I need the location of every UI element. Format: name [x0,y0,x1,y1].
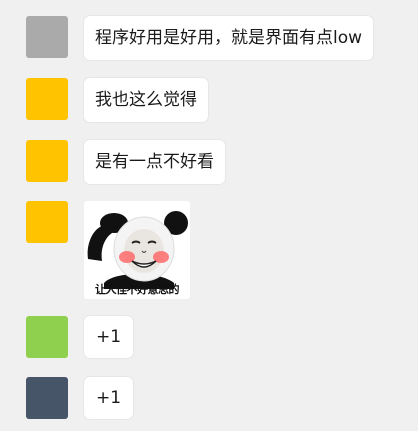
avatar[interactable] [26,377,68,419]
sticker-caption: 让人怪不好意思的 [95,283,180,296]
message-bubble[interactable]: 我也这么觉得 [84,78,208,122]
chat-message-list: 程序好用是好用，就是界面有点low 我也这么觉得 是有一点不好看 让人怪不好意思… [0,0,418,431]
message-bubble[interactable]: +1 [84,377,134,419]
message-bubble[interactable]: 程序好用是好用，就是界面有点low [84,16,374,60]
avatar[interactable] [26,16,68,58]
message-bubble[interactable]: +1 [84,316,134,358]
avatar[interactable] [26,316,68,358]
sticker-image[interactable]: 让人怪不好意思的 [84,201,190,299]
message-bubble[interactable]: 是有一点不好看 [84,140,225,184]
avatar[interactable] [26,78,68,120]
avatar[interactable] [26,140,68,182]
avatar[interactable] [26,201,68,243]
